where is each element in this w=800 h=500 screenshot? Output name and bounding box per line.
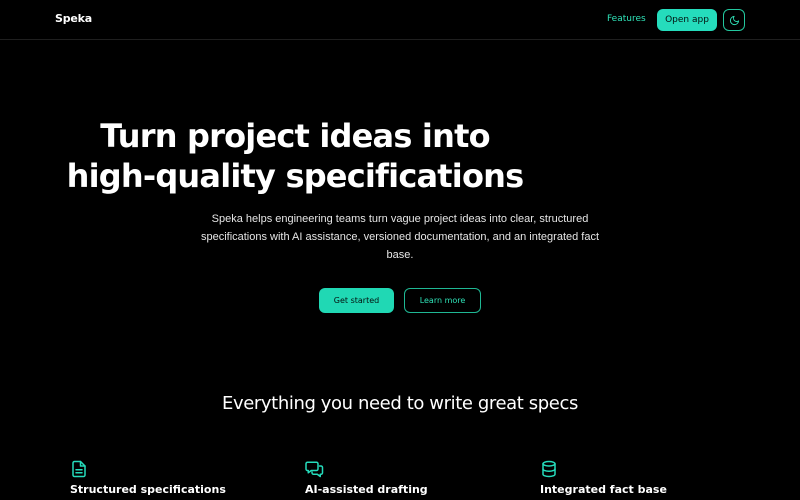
learn-more-button[interactable]: Learn more xyxy=(404,288,481,313)
hero-title-line-1: Turn project ideas into xyxy=(100,117,490,155)
hero-title: Turn project ideas into high-quality spec… xyxy=(60,116,530,196)
get-started-button[interactable]: Get started xyxy=(319,288,394,313)
feature-title: Structured specifications xyxy=(70,483,226,496)
chat-icon xyxy=(305,460,325,480)
feature-title: Integrated fact base xyxy=(540,483,667,496)
feature-card-ai-assisted-drafting: AI-assisted drafting xyxy=(305,460,505,500)
document-icon xyxy=(70,460,90,480)
moon-icon xyxy=(729,15,740,26)
theme-toggle-button[interactable] xyxy=(723,9,745,31)
feature-card-integrated-fact-base: Integrated fact base xyxy=(540,460,740,500)
open-app-button[interactable]: Open app xyxy=(657,9,717,31)
nav-link-features[interactable]: Features xyxy=(607,14,646,24)
features-section-title: Everything you need to write great specs xyxy=(222,393,578,414)
database-icon xyxy=(540,460,560,480)
landing-page: Speka Features Open app Turn project ide… xyxy=(0,0,800,500)
top-nav-bar: Speka Features Open app xyxy=(0,0,800,40)
hero-subtitle: Speka helps engineering teams turn vague… xyxy=(200,213,600,261)
brand-logo[interactable]: Speka xyxy=(55,12,92,25)
feature-card-structured-specifications: Structured specifications xyxy=(70,460,270,500)
feature-title: AI-assisted drafting xyxy=(305,483,428,496)
hero-title-line-2: high-quality specifications xyxy=(66,157,525,195)
